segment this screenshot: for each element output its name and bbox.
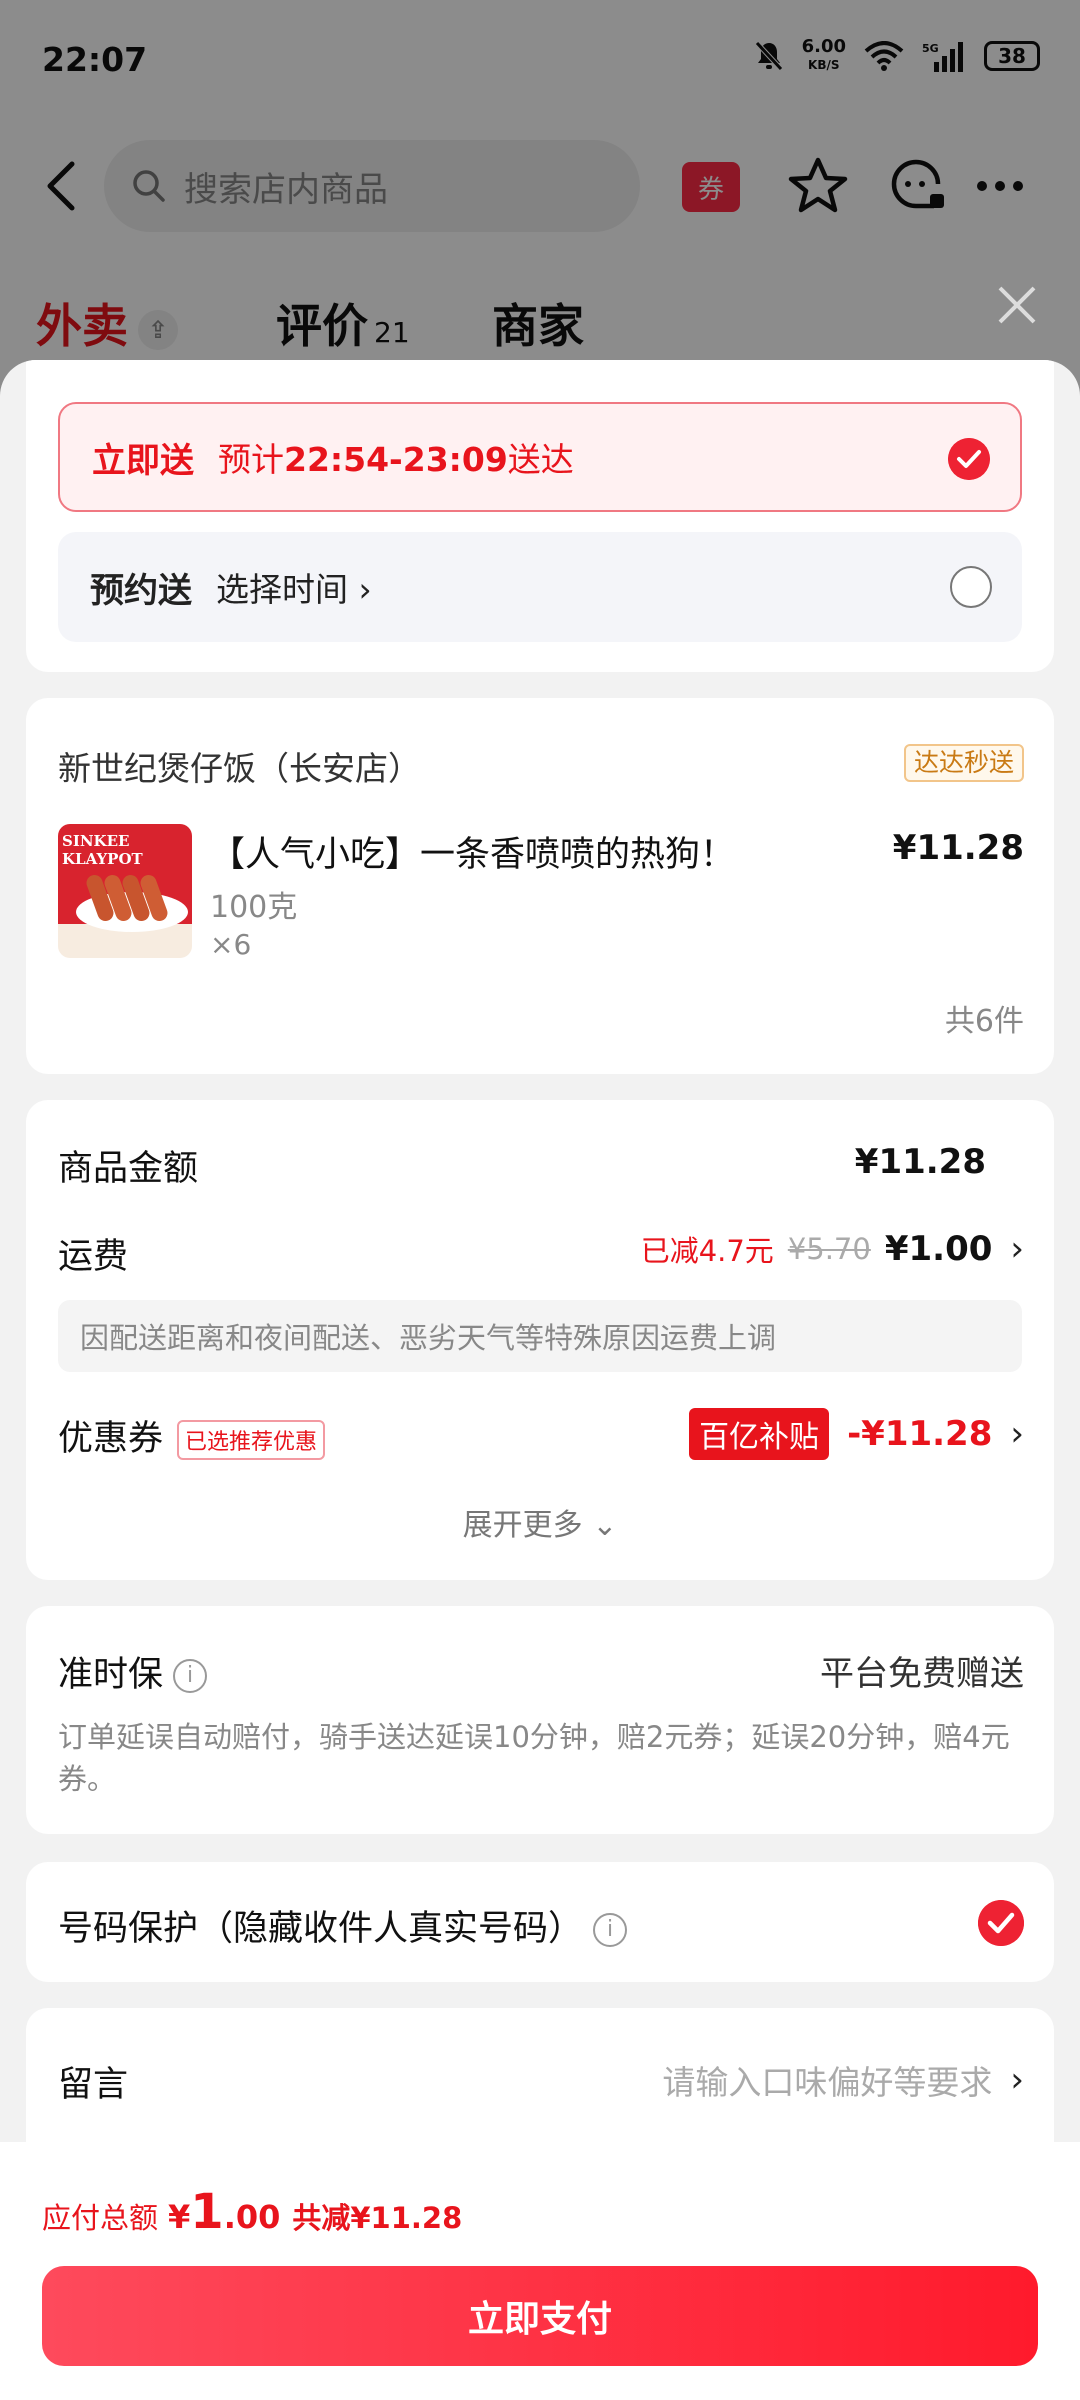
thumb-text-1: SINKEE: [62, 832, 129, 850]
ontime-description: 订单延误自动赔付，骑手送达延误10分钟，赔2元券；延误20分钟，赔4元券。: [58, 1720, 1010, 1796]
total-summary: 应付总额 ¥ 1 .00 共减¥11.28: [42, 2184, 462, 2240]
goods-amount-value: ¥11.28: [854, 1142, 986, 1182]
dim-overlay: [0, 0, 1080, 420]
chevron-right-icon: ›: [1010, 1229, 1024, 1269]
privacy-label: 号码保护（隐藏收件人真实号码）: [58, 1909, 584, 1949]
ontime-free: 平台免费赠送: [820, 1654, 1024, 1694]
delivery-now-option[interactable]: 立即送 预计22:54-23:09送达: [58, 402, 1022, 512]
coupon-label: 优惠券: [58, 1419, 164, 1459]
eta-suffix: 送达: [507, 440, 574, 479]
total-currency: ¥: [168, 2198, 191, 2236]
message-label: 留言: [58, 2065, 129, 2105]
privacy-card: 号码保护（隐藏收件人真实号码） i: [26, 1862, 1054, 1982]
item-quantity: ×6: [210, 928, 252, 961]
goods-amount-label: 商品金额: [58, 1149, 199, 1189]
eta-prefix: 预计: [218, 440, 284, 479]
goods-amount: ¥11.28: [855, 1142, 986, 1182]
background-app: 22:07 6.00 KB/S 5G 38 搜索店内商品 券 外卖 ⇪ 评价 21 …: [0, 0, 1080, 420]
info-icon[interactable]: i: [593, 1913, 628, 1947]
thumb-text-2: KLAYPOT: [62, 850, 144, 868]
total-saved: 共减¥11.28: [292, 2201, 463, 2235]
pay-now-button[interactable]: 立即支付: [42, 2266, 1038, 2366]
ontime-card: 准时保 i 平台免费赠送 订单延误自动赔付，骑手送达延误10分钟，赔2元券；延误2…: [26, 1606, 1054, 1834]
close-icon[interactable]: [992, 280, 1042, 330]
fees-card: 商品金额 ¥11.28 运费 已减4.7元 ¥5.70 ¥1.00 › 因配送距…: [26, 1100, 1054, 1580]
shipping-reduced: 已减4.7元: [640, 1234, 774, 1268]
info-icon[interactable]: i: [173, 1659, 208, 1693]
message-placeholder: 请输入口味偏好等要求: [662, 2063, 993, 2102]
total-label: 应付总额: [42, 2201, 159, 2235]
subsidy-badge: 百亿补贴: [689, 1408, 830, 1460]
shipping-label: 运费: [58, 1237, 129, 1277]
shipping-fee-row[interactable]: 已减4.7元 ¥5.70 ¥1.00 ›: [641, 1228, 1024, 1270]
expand-more-button[interactable]: 展开更多 ⌄: [26, 1500, 1054, 1544]
chevron-right-icon: ›: [1010, 2060, 1024, 2100]
item-price: ¥11.28: [892, 828, 1024, 868]
shipping-note: 因配送距离和夜间配送、恶劣天气等特殊原因运费上调: [58, 1300, 1022, 1372]
item-thumbnail: SINKEE KLAYPOT: [58, 824, 192, 958]
unchecked-radio-icon: [950, 566, 992, 608]
delivery-scheduled-sub: 选择时间 ›: [216, 570, 372, 609]
delivery-now-eta: 预计22:54-23:09送达: [218, 433, 574, 481]
checkout-footer: 应付总额 ¥ 1 .00 共减¥11.28 立即支付: [0, 2142, 1080, 2400]
shipping-original-price: ¥5.70: [787, 1232, 871, 1266]
chevron-down-icon: ⌄: [592, 1508, 618, 1543]
item-weight: 100克: [210, 890, 298, 925]
privacy-label-row: 号码保护（隐藏收件人真实号码） i: [58, 1900, 628, 1951]
total-amount-dec: .00: [223, 2198, 281, 2236]
shipping-amount: ¥1.00: [884, 1229, 993, 1269]
item-title: 【人气小吃】一条香喷喷的热狗！: [210, 835, 736, 875]
coupon-recommend-badge: 已选推荐优惠: [177, 1420, 326, 1460]
order-sheet: 立即送 预计22:54-23:09送达 预约送 选择时间 › 新世纪煲仔饭（长安…: [0, 360, 1080, 2400]
coupon-discount: -¥11.28: [847, 1414, 993, 1454]
store-name[interactable]: 新世纪煲仔饭（长安店）: [58, 742, 421, 790]
ontime-label: 准时保: [58, 1655, 164, 1695]
delivery-scheduled-title: 预约送: [90, 570, 192, 611]
expand-more-label: 展开更多: [462, 1508, 583, 1543]
coupon-label-row: 优惠券 已选推荐优惠: [58, 1410, 326, 1461]
delivery-scheduled-option[interactable]: 预约送 选择时间 ›: [58, 532, 1022, 642]
store-card: 新世纪煲仔饭（长安店） 达达秒送 SINKEE KLAYPOT 【人气小吃】一条…: [26, 698, 1054, 1074]
message-input[interactable]: 请输入口味偏好等要求 ›: [662, 2056, 1024, 2104]
chevron-right-icon: ›: [1010, 1414, 1024, 1454]
coupon-row[interactable]: 百亿补贴 -¥11.28 ›: [689, 1408, 1024, 1460]
eta-time: 22:54-23:09: [284, 440, 508, 479]
delivery-service-badge: 达达秒送: [903, 744, 1024, 782]
total-amount-int: 1: [190, 2184, 224, 2240]
ontime-label-row: 准时保 i: [58, 1646, 208, 1697]
checked-icon: [948, 438, 990, 480]
delivery-card: 立即送 预计22:54-23:09送达 预约送 选择时间 ›: [26, 360, 1054, 672]
item-count-total: 共6件: [944, 1004, 1024, 1039]
delivery-now-title: 立即送: [92, 440, 194, 481]
privacy-checkbox[interactable]: [978, 1900, 1024, 1946]
